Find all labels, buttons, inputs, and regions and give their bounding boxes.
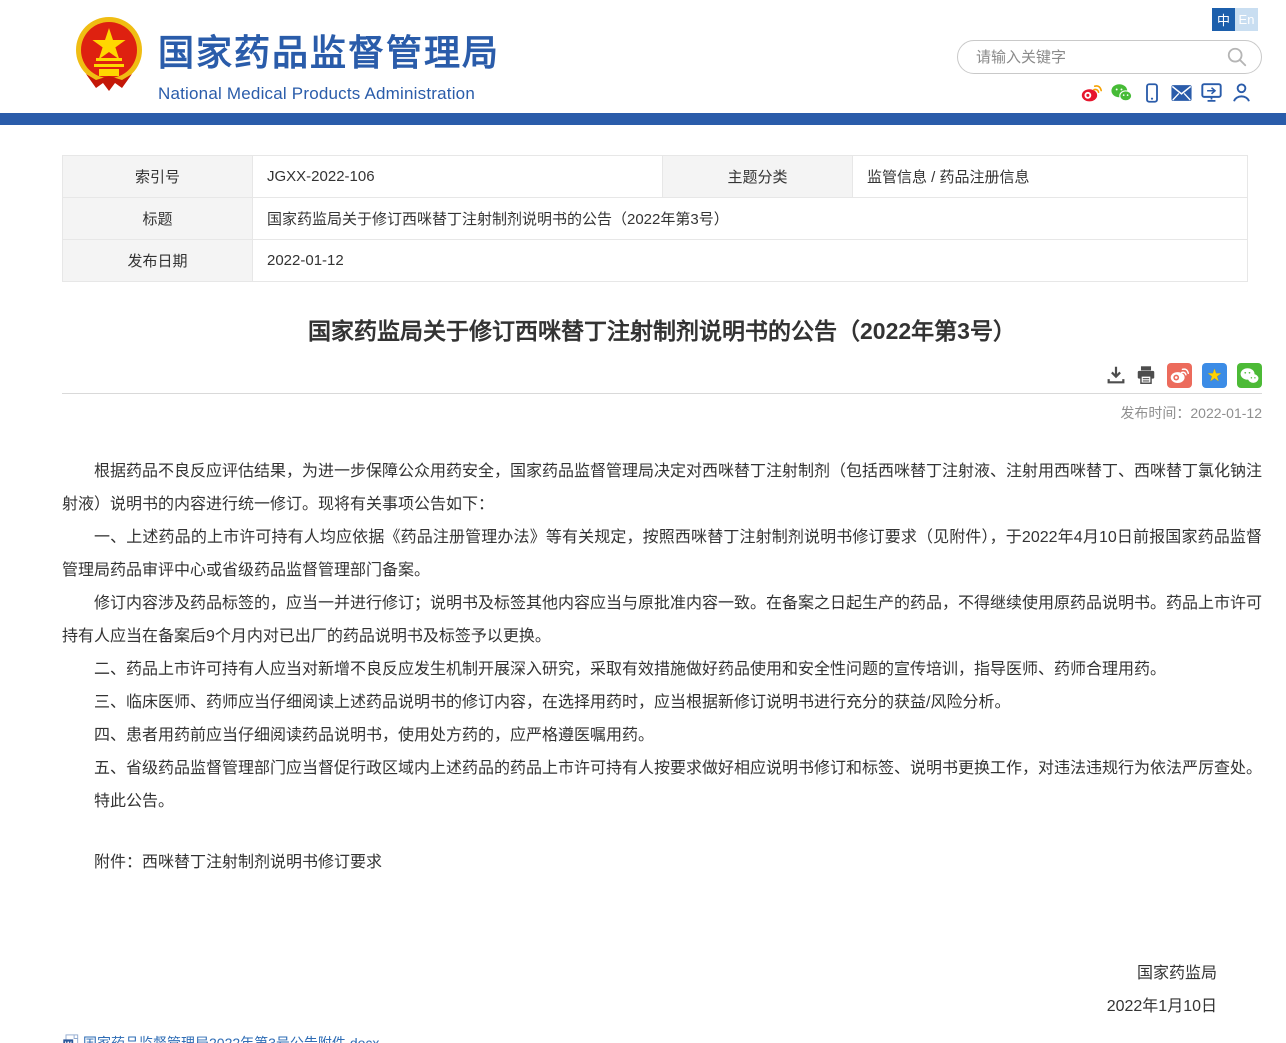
person-icon[interactable] xyxy=(1231,82,1252,103)
share-wechat-button[interactable] xyxy=(1237,363,1262,388)
article-body: 根据药品不良反应评估结果，为进一步保障公众用药安全，国家药品监督管理局决定对西咪… xyxy=(62,455,1262,879)
national-emblem-logo xyxy=(74,12,144,100)
lang-en-button[interactable]: En xyxy=(1235,8,1258,31)
page-title: 国家药监局关于修订西咪替丁注射制剂说明书的公告（2022年第3号） xyxy=(62,312,1262,346)
table-row: 标题 国家药监局关于修订西咪替丁注射制剂说明书的公告（2022年第3号） xyxy=(63,198,1248,240)
mobile-icon[interactable] xyxy=(1141,82,1162,103)
site-search xyxy=(957,40,1262,74)
word-doc-icon: W xyxy=(62,1034,79,1043)
paragraph: 四、患者用药前应当仔细阅读药品说明书，使用处方药的，应严格遵医嘱用药。 xyxy=(62,719,1262,752)
meta-label-category: 主题分类 xyxy=(663,156,853,198)
paragraph: 一、上述药品的上市许可持有人均应依据《药品注册管理办法》等有关规定，按照西咪替丁… xyxy=(62,521,1262,587)
attachment-note: 附件：西咪替丁注射制剂说明书修订要求 xyxy=(62,846,1262,879)
header-social-links xyxy=(1081,82,1252,103)
signature-agency: 国家药监局 xyxy=(62,957,1217,990)
meta-value-title: 国家药监局关于修订西咪替丁注射制剂说明书的公告（2022年第3号） xyxy=(253,198,1248,240)
meta-label-index: 索引号 xyxy=(63,156,253,198)
paragraph: 五、省级药品监督管理部门应当督促行政区域内上述药品的药品上市许可持有人按要求做好… xyxy=(62,752,1262,785)
mail-icon[interactable] xyxy=(1171,82,1192,103)
weibo-icon[interactable] xyxy=(1081,82,1102,103)
meta-label-title: 标题 xyxy=(63,198,253,240)
qzone-star-icon: ★ xyxy=(1207,367,1222,384)
title-divider xyxy=(62,393,1262,394)
main-content: 索引号 JGXX-2022-106 主题分类 监管信息 / 药品注册信息 标题 … xyxy=(62,155,1262,1043)
table-row: 发布日期 2022-01-12 xyxy=(63,240,1248,282)
article-toolbar: ★ xyxy=(62,362,1262,388)
share-qzone-button[interactable]: ★ xyxy=(1202,363,1227,388)
meta-value-category: 监管信息 / 药品注册信息 xyxy=(853,156,1248,198)
site-header: 国家药品监督管理局 National Medical Products Admi… xyxy=(0,0,1286,113)
svg-text:W: W xyxy=(65,1040,72,1043)
meta-value-index: JGXX-2022-106 xyxy=(253,156,663,198)
site-title-zh: 国家药品监督管理局 xyxy=(158,24,500,76)
paragraph: 三、临床医师、药师应当仔细阅读上述药品说明书的修订内容，在选择用药时，应当根据新… xyxy=(62,686,1262,719)
attachment-download-link[interactable]: 国家药品监督管理局2022年第3号公告附件.docx xyxy=(83,1033,379,1043)
meta-label-date: 发布日期 xyxy=(63,240,253,282)
attachment-link-row: W 国家药品监督管理局2022年第3号公告附件.docx xyxy=(62,1033,1262,1043)
site-title-en: National Medical Products Administration xyxy=(158,84,500,104)
language-toggle: 中 En xyxy=(1212,8,1258,31)
download-button[interactable] xyxy=(1105,364,1127,386)
paragraph: 根据药品不良反应评估结果，为进一步保障公众用药安全，国家药品监督管理局决定对西咪… xyxy=(62,455,1262,521)
lang-zh-button[interactable]: 中 xyxy=(1212,8,1235,31)
paragraph: 二、药品上市许可持有人应当对新增不良反应发生机制开展深入研究，采取有效措施做好药… xyxy=(62,653,1262,686)
document-meta-table: 索引号 JGXX-2022-106 主题分类 监管信息 / 药品注册信息 标题 … xyxy=(62,155,1248,282)
signature-block: 国家药监局 2022年1月10日 xyxy=(62,957,1262,1023)
table-row: 索引号 JGXX-2022-106 主题分类 监管信息 / 药品注册信息 xyxy=(63,156,1248,198)
publish-time: 发布时间：2022-01-12 xyxy=(62,403,1262,423)
wechat-icon[interactable] xyxy=(1111,82,1132,103)
header-divider-bar xyxy=(0,113,1286,125)
monitor-icon[interactable] xyxy=(1201,82,1222,103)
paragraph: 特此公告。 xyxy=(62,785,1262,818)
meta-value-date: 2022-01-12 xyxy=(253,240,1248,282)
search-input[interactable] xyxy=(976,49,1225,66)
print-button[interactable] xyxy=(1135,364,1157,386)
signature-date: 2022年1月10日 xyxy=(62,990,1217,1023)
search-icon[interactable] xyxy=(1225,45,1249,69)
share-weibo-button[interactable] xyxy=(1167,363,1192,388)
paragraph: 修订内容涉及药品标签的，应当一并进行修订；说明书及标签其他内容应当与原批准内容一… xyxy=(62,587,1262,653)
